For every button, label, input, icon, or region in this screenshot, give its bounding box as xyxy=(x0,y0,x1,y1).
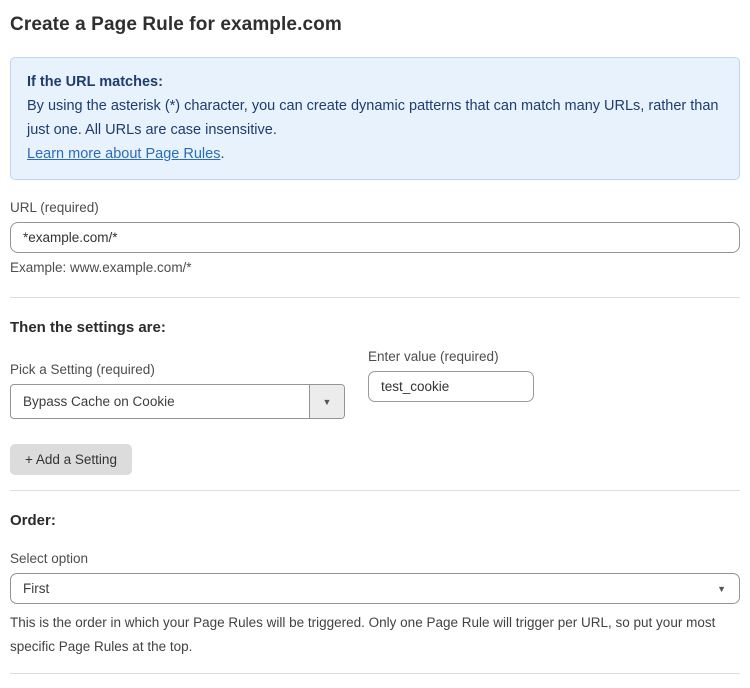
chevron-down-icon: ▼ xyxy=(717,584,726,594)
pick-setting-label: Pick a Setting (required) xyxy=(10,362,345,377)
url-match-info-box: If the URL matches: By using the asteris… xyxy=(10,57,740,180)
page-title: Create a Page Rule for example.com xyxy=(10,14,740,36)
section-divider xyxy=(10,490,740,491)
setting-row: Pick a Setting (required) Bypass Cache o… xyxy=(10,342,740,419)
enter-value-column: Enter value (required) xyxy=(368,349,534,402)
enter-value-label: Enter value (required) xyxy=(368,349,534,364)
order-dropdown-value: First xyxy=(23,581,49,596)
order-dropdown[interactable]: First ▼ xyxy=(10,573,740,604)
learn-more-link[interactable]: Learn more about Page Rules xyxy=(27,146,220,162)
url-example-helper: Example: www.example.com/* xyxy=(10,260,740,275)
order-helper-text: This is the order in which your Page Rul… xyxy=(10,611,730,659)
setting-value-input[interactable] xyxy=(368,371,534,402)
section-divider xyxy=(10,297,740,298)
select-option-label: Select option xyxy=(10,551,740,566)
add-setting-button[interactable]: + Add a Setting xyxy=(10,444,132,475)
setting-dropdown[interactable]: Bypass Cache on Cookie ▼ xyxy=(10,384,345,419)
section-divider xyxy=(10,673,740,674)
create-page-rule-form: Create a Page Rule for example.com If th… xyxy=(0,0,750,688)
info-box-link-line: Learn more about Page Rules. xyxy=(27,142,723,166)
info-box-heading: If the URL matches: xyxy=(27,70,723,94)
setting-dropdown-value: Bypass Cache on Cookie xyxy=(11,385,309,418)
chevron-down-icon[interactable]: ▼ xyxy=(309,385,344,418)
pick-setting-column: Pick a Setting (required) Bypass Cache o… xyxy=(10,342,345,419)
url-input[interactable] xyxy=(10,222,740,253)
url-field-label: URL (required) xyxy=(10,200,740,215)
info-box-body: By using the asterisk (*) character, you… xyxy=(27,94,723,142)
settings-section-heading: Then the settings are: xyxy=(10,319,740,336)
order-section-heading: Order: xyxy=(10,512,740,529)
link-suffix: . xyxy=(220,146,224,162)
